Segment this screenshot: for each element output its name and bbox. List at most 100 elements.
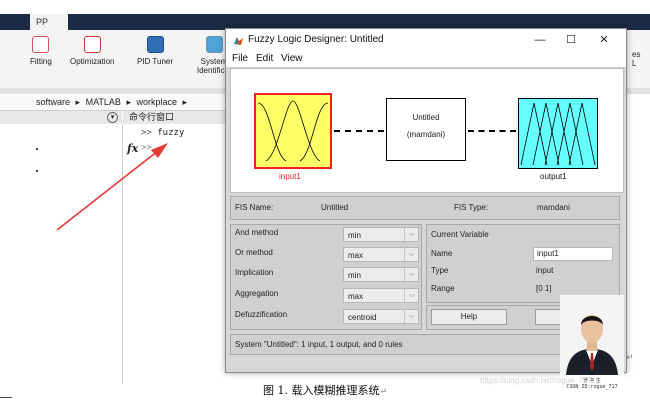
author-photo	[560, 295, 624, 375]
fis-diagram: input1 Untitled (mamdani) output1	[230, 68, 624, 193]
implication-label: Implication	[235, 268, 274, 277]
aggregation-select[interactable]: max ⌵	[343, 288, 419, 303]
aggregation-row: Aggregation max ⌵	[231, 286, 421, 304]
window-title: Fuzzy Logic Designer: Untitled	[248, 34, 384, 45]
implication-value: min	[348, 271, 361, 280]
ribbon-curve-fitting-button[interactable]: Fitting	[30, 36, 52, 66]
pid-tuner-icon	[146, 36, 164, 53]
defuzzification-value: centroid	[348, 313, 377, 322]
ribbon-optimization-button[interactable]: Optimization	[70, 36, 114, 66]
breadcrumb-arrow-icon: ▸	[75, 97, 81, 107]
ribbon-label: PID Tuner	[137, 57, 174, 66]
breadcrumb-item[interactable]: MATLAB	[86, 97, 121, 107]
output-connector	[468, 130, 516, 132]
current-variable-title: Current Variable	[431, 230, 489, 239]
menu-view[interactable]: View	[281, 53, 303, 64]
and-method-row: And method min ⌵	[231, 225, 421, 243]
breadcrumb-arrow-icon: ▸	[126, 97, 131, 107]
variable-range-value: [0 1]	[536, 284, 552, 293]
ribbon-right-edge: es L	[632, 50, 640, 68]
variable-type-value: input	[536, 266, 554, 275]
chevron-down-icon: ⌵	[404, 268, 418, 281]
file-list-marker	[36, 148, 38, 150]
window-titlebar[interactable]: Fuzzy Logic Designer: Untitled — ☐ ✕	[226, 29, 626, 51]
chevron-down-icon: ⌵	[404, 289, 418, 302]
chevron-down-icon: ⌵	[404, 310, 418, 323]
command-window-header: 命令行窗口	[123, 111, 228, 125]
menu-edit[interactable]: Edit	[256, 53, 273, 64]
curve-fitting-icon	[32, 36, 50, 53]
caption-text: 图 1. 载入模糊推理系统	[262, 384, 380, 397]
command-prompt-active[interactable]: >>	[141, 143, 152, 153]
or-method-label: Or method	[235, 248, 273, 257]
implication-row: Implication min ⌵	[231, 265, 421, 283]
optimization-icon	[83, 36, 101, 53]
and-method-select[interactable]: min ⌵	[343, 227, 419, 242]
page-corner-line	[0, 397, 12, 398]
defuzzification-row: Defuzzification centroid ⌵	[231, 307, 421, 325]
figure-caption: 图 1. 载入模糊推理系统↵	[0, 382, 650, 398]
chevron-down-icon: ⌵	[404, 248, 418, 261]
breadcrumb-arrow-icon: ▸	[182, 97, 188, 107]
command-prompt: >>	[141, 128, 152, 138]
command-text: fuzzy	[157, 128, 185, 138]
aggregation-value: max	[348, 292, 364, 301]
or-method-row: Or method max ⌵	[231, 245, 421, 263]
and-method-label: And method	[235, 228, 279, 237]
current-folder-panel[interactable]	[0, 124, 123, 384]
matlab-app-icon	[234, 37, 243, 45]
fis-name-value: Untitled	[321, 203, 349, 212]
variable-type-label: Type	[431, 266, 449, 275]
minimize-icon[interactable]: —	[529, 32, 551, 48]
output-variable-label: output1	[540, 172, 567, 181]
close-icon[interactable]: ✕	[593, 32, 615, 48]
current-folder-header: ▾	[0, 111, 122, 125]
variable-name-input[interactable]: input1	[533, 247, 613, 261]
current-variable-panel: Current Variable Name input1 Type input …	[426, 224, 620, 303]
chevron-down-icon: ⌵	[404, 228, 418, 241]
system-name: Untitled	[412, 113, 440, 122]
fx-icon[interactable]: fx	[127, 142, 138, 155]
menu-bar: File Edit View	[226, 51, 626, 68]
command-line: >> fuzzy	[141, 128, 184, 138]
implication-select[interactable]: min ⌵	[343, 267, 419, 282]
ribbon-label: System	[200, 57, 228, 66]
menu-file[interactable]: File	[232, 53, 248, 64]
matlab-app-tab[interactable]: PP	[30, 14, 68, 30]
input-membership-functions-icon	[257, 100, 329, 162]
fis-info-panel: FIS Name: Untitled FIS Type: mamdani	[230, 196, 620, 220]
help-button[interactable]: Help	[431, 309, 507, 325]
ribbon-label: Fitting	[30, 57, 52, 66]
input-variable-block[interactable]	[254, 93, 332, 169]
input-variable-label: input1	[279, 172, 301, 181]
defuzzification-select[interactable]: centroid ⌵	[343, 309, 419, 324]
ribbon-pid-tuner-button[interactable]: PID Tuner	[137, 36, 173, 66]
variable-range-label: Range	[431, 284, 455, 293]
ribbon-label: L	[632, 59, 637, 68]
or-method-value: max	[348, 251, 364, 260]
breadcrumb-item[interactable]: software	[36, 97, 70, 107]
output-variable-block[interactable]	[518, 98, 598, 169]
current-folder-breadcrumb[interactable]: software ▸ MATLAB ▸ workplace ▸	[0, 94, 228, 111]
fis-system-block[interactable]: Untitled (mamdani)	[386, 98, 466, 161]
input-connector	[334, 130, 384, 132]
output-membership-functions-icon	[520, 102, 596, 166]
command-window[interactable]: >> fuzzy fx >>	[123, 124, 228, 384]
caption-return-mark: ↵	[379, 387, 388, 397]
panel-menu-icon[interactable]: ▾	[107, 112, 118, 123]
fis-type-label: FIS Type:	[454, 203, 489, 212]
file-list-marker	[36, 170, 38, 172]
system-identification-icon	[205, 36, 223, 53]
ribbon-label: es	[632, 50, 641, 59]
aggregation-label: Aggregation	[235, 289, 279, 298]
maximize-icon[interactable]: ☐	[560, 32, 582, 48]
fis-type-value: mamdani	[537, 203, 570, 212]
ribbon-label: Optimization	[70, 57, 115, 66]
system-type: (mamdani)	[406, 130, 446, 139]
or-method-select[interactable]: max ⌵	[343, 247, 419, 262]
breadcrumb-item[interactable]: workplace	[136, 97, 177, 107]
defuzzification-label: Defuzzification	[235, 310, 288, 319]
and-method-value: min	[348, 231, 361, 240]
methods-panel: And method min ⌵ Or method max ⌵ Implica…	[230, 224, 422, 330]
return-mark: ↵	[626, 352, 634, 362]
